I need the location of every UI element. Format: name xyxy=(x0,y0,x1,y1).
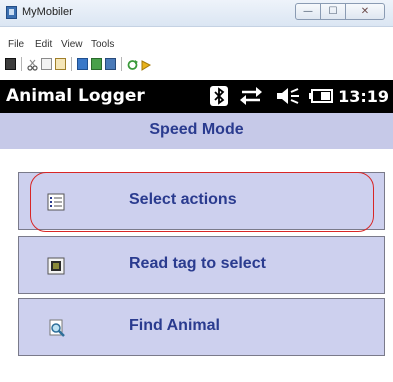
maximize-button[interactable]: ☐ xyxy=(320,3,346,20)
window-controls: — ☐ ✕ xyxy=(295,3,385,21)
close-button[interactable]: ✕ xyxy=(345,3,385,20)
menu-bar: File Edit View Tools xyxy=(0,37,393,53)
copy-to-device-icon[interactable] xyxy=(77,58,88,70)
menu-tools[interactable]: Tools xyxy=(91,39,114,50)
battery-icon[interactable] xyxy=(308,86,334,106)
menu-edit[interactable]: Edit xyxy=(35,39,52,50)
device-icon[interactable] xyxy=(5,58,16,70)
list-icon xyxy=(47,193,65,211)
toolbar-separator xyxy=(121,57,122,71)
cut-icon[interactable] xyxy=(27,58,38,71)
rfid-tag-icon xyxy=(47,257,65,275)
toolbar xyxy=(0,55,393,75)
app-title: Animal Logger xyxy=(6,86,145,106)
copy-from-device-icon[interactable] xyxy=(91,58,102,70)
find-animal-label: Find Animal xyxy=(129,317,220,334)
menu-view[interactable]: View xyxy=(61,39,83,50)
search-document-icon xyxy=(49,319,65,337)
clock: 13:19 xyxy=(338,87,389,106)
app-icon xyxy=(6,6,17,19)
pin-icon[interactable] xyxy=(141,58,152,71)
header-panel: Speed Mode xyxy=(0,113,393,149)
toolbar-separator xyxy=(21,57,22,71)
read-tag-button[interactable]: Read tag to select xyxy=(18,236,385,294)
page-title: Speed Mode xyxy=(149,121,244,138)
minimize-button[interactable]: — xyxy=(295,3,321,20)
find-animal-button[interactable]: Find Animal xyxy=(18,298,385,356)
screenshot-icon[interactable] xyxy=(105,58,116,70)
bluetooth-icon[interactable] xyxy=(210,86,228,106)
paste-icon[interactable] xyxy=(55,58,66,70)
connectivity-icon[interactable] xyxy=(240,86,262,106)
read-tag-label: Read tag to select xyxy=(129,255,266,272)
select-actions-button[interactable]: Select actions xyxy=(18,172,385,230)
select-actions-label: Select actions xyxy=(129,191,237,208)
volume-icon[interactable] xyxy=(276,86,300,106)
window-title-bar: MyMobiler — ☐ ✕ xyxy=(0,0,393,27)
refresh-icon[interactable] xyxy=(127,58,138,70)
copy-icon[interactable] xyxy=(41,58,52,70)
menu-file[interactable]: File xyxy=(8,39,24,50)
device-status-bar: Animal Logger 13:19 xyxy=(0,80,393,113)
toolbar-separator xyxy=(71,57,72,71)
window-title: MyMobiler xyxy=(22,6,73,18)
